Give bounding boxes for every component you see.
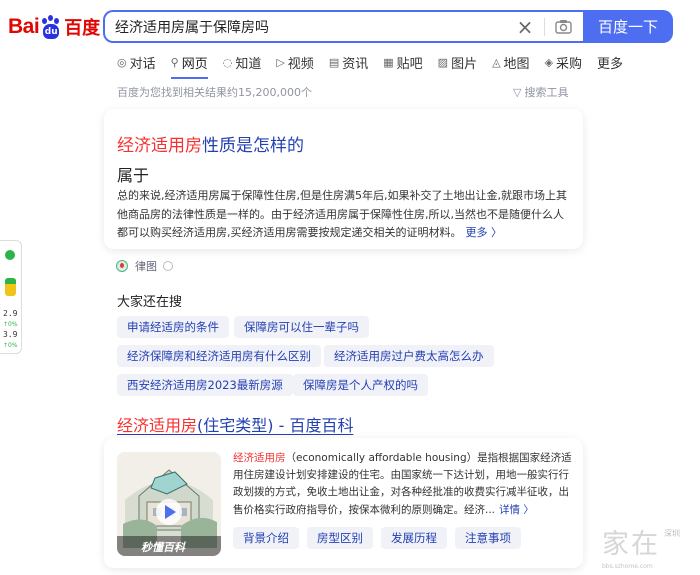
- baike-video-thumbnail[interactable]: 秒懂百科: [117, 452, 221, 556]
- paw-icon: du: [40, 15, 62, 39]
- verified-icon: [163, 261, 173, 271]
- chat-icon: ◎: [117, 55, 127, 69]
- tab-label: 地图: [503, 56, 530, 72]
- question-icon: ◌: [222, 55, 233, 69]
- also-search-title: 大家还在搜: [117, 295, 183, 310]
- camera-icon[interactable]: [551, 17, 577, 37]
- summary-highlight: 经济适用房: [233, 452, 286, 464]
- baike-section-chip[interactable]: 背景介绍: [233, 527, 299, 549]
- side-value-1: 2.9: [3, 309, 18, 318]
- purchase-icon: ◈: [544, 55, 554, 69]
- clear-icon[interactable]: ×: [512, 15, 538, 39]
- status-dot-icon: [5, 250, 15, 260]
- logo-text-cn: 百度: [64, 18, 101, 39]
- tab-chat[interactable]: ◎ 对话: [117, 52, 156, 72]
- also-search-item[interactable]: 保障房是个人产权的吗: [293, 374, 428, 396]
- tab-map[interactable]: ◬ 地图: [492, 52, 529, 72]
- side-sub-2: ↑0%: [3, 342, 18, 349]
- baike-summary: 经济适用房（economically affordable housing）是指…: [233, 450, 575, 519]
- answer-card-title[interactable]: 经济适用房性质是怎样的: [117, 131, 304, 156]
- also-search-item[interactable]: 申请经适房的条件: [117, 316, 229, 338]
- map-icon: ◬: [492, 55, 501, 69]
- side-sub-1: ↑0%: [3, 321, 18, 328]
- filter-icon: ▽: [513, 85, 522, 99]
- search-tools-label: 搜索工具: [524, 86, 569, 99]
- more-link[interactable]: 更多 〉: [466, 226, 503, 239]
- tab-news[interactable]: ▤ 资讯: [329, 52, 368, 72]
- baike-card: 秒懂百科 经济适用房（economically affordable housi…: [104, 438, 583, 568]
- tab-label: 视频: [287, 56, 314, 72]
- search-tabs: ◎ 对话 ⚲ 网页 ◌ 知道 ▷ 视频 ▤ 资讯 ▦ 贴吧 ▨ 图片 ◬ 地图 ◈ 采购 更多: [117, 52, 638, 79]
- search-tools-button[interactable]: ▽ 搜索工具: [513, 84, 568, 100]
- tab-label: 对话: [129, 56, 156, 72]
- details-link[interactable]: 详情 〉: [499, 504, 534, 516]
- logo-text-left: Bai: [8, 15, 40, 38]
- logo-paw-text: du: [43, 24, 60, 39]
- watermark-city: 深圳: [664, 529, 680, 538]
- baike-section-chip[interactable]: 房型区别: [307, 527, 373, 549]
- source-name: 律图: [135, 260, 157, 273]
- tab-label: 贴吧: [396, 56, 423, 72]
- result-title-link[interactable]: 经济适用房(住宅类型) - 百度百科: [117, 412, 353, 436]
- watermark-main: 家在: [602, 529, 660, 560]
- also-search-item[interactable]: 经济保障房和经济适用房有什么区别: [117, 345, 321, 367]
- answer-card: 经济适用房性质是怎样的 属于 总的来说,经济适用房属于保障性住房,但是住房满5年…: [104, 109, 583, 249]
- side-value-2: 3.9: [3, 330, 18, 339]
- title-rest: 性质是怎样的: [202, 136, 304, 156]
- also-search-item[interactable]: 西安经济适用房2023最新房源: [117, 374, 293, 396]
- result-count: 百度为您找到相关结果约15,200,000个: [117, 86, 312, 99]
- search-divider: [544, 17, 545, 36]
- result-title-highlight: 经济适用房: [117, 416, 198, 435]
- result-title-rest: (住宅类型) - 百度百科: [197, 416, 354, 435]
- answer-body: 总的来说,经济适用房属于保障性住房,但是住房满5年后,如果补交了土地出让金,就跟…: [117, 187, 572, 243]
- baike-section-chip[interactable]: 注意事项: [455, 527, 521, 549]
- news-icon: ▤: [328, 55, 340, 69]
- tab-web[interactable]: ⚲ 网页: [170, 52, 208, 79]
- tab-tieba[interactable]: ▦ 贴吧: [383, 52, 422, 72]
- answer-value: 属于: [117, 166, 150, 185]
- search-input[interactable]: 经济适用房属于保障房吗: [105, 17, 512, 37]
- tab-label: 采购: [556, 56, 583, 72]
- also-search-item[interactable]: 经济适用房过户费太高怎么办: [324, 345, 494, 367]
- thumbnail-caption: 秒懂百科: [141, 541, 185, 554]
- tab-video[interactable]: ▷ 视频: [276, 52, 313, 72]
- video-icon: ▷: [276, 55, 285, 69]
- answer-source[interactable]: 律图: [116, 258, 173, 274]
- traffic-light-icon: [5, 278, 16, 296]
- tieba-icon: ▦: [383, 55, 394, 69]
- tab-image[interactable]: ▨ 图片: [438, 52, 477, 72]
- baike-section-chip[interactable]: 发展历程: [381, 527, 447, 549]
- baike-section-chips: 背景介绍 房型区别 发展历程 注意事项: [233, 527, 529, 549]
- tab-label: 更多: [597, 56, 624, 72]
- baidu-logo[interactable]: Bai du 百度: [8, 12, 100, 42]
- title-highlight: 经济适用房: [117, 136, 202, 156]
- search-icon: ⚲: [170, 55, 179, 69]
- search-button[interactable]: 百度一下: [583, 10, 673, 43]
- image-icon: ▨: [437, 55, 449, 69]
- also-search-item[interactable]: 保障房可以住一辈子吗: [234, 316, 369, 338]
- tab-label: 网页: [181, 56, 208, 72]
- tab-label: 资讯: [342, 56, 369, 72]
- tab-more[interactable]: 更多: [597, 52, 623, 72]
- lvtu-logo-icon: [116, 260, 128, 272]
- tab-label: 图片: [451, 56, 478, 72]
- search-box[interactable]: 经济适用房属于保障房吗 ×: [103, 10, 583, 43]
- tab-label: 知道: [235, 56, 262, 72]
- watermark: 家在 深圳 bbs.szhome.com: [600, 522, 698, 572]
- tab-zhidao[interactable]: ◌ 知道: [223, 52, 262, 72]
- tab-purchase[interactable]: ◈ 采购: [545, 52, 582, 72]
- side-speed-widget[interactable]: 2.9 ↑0% 3.9 ↑0%: [0, 240, 22, 354]
- watermark-url: bbs.szhome.com: [602, 563, 653, 570]
